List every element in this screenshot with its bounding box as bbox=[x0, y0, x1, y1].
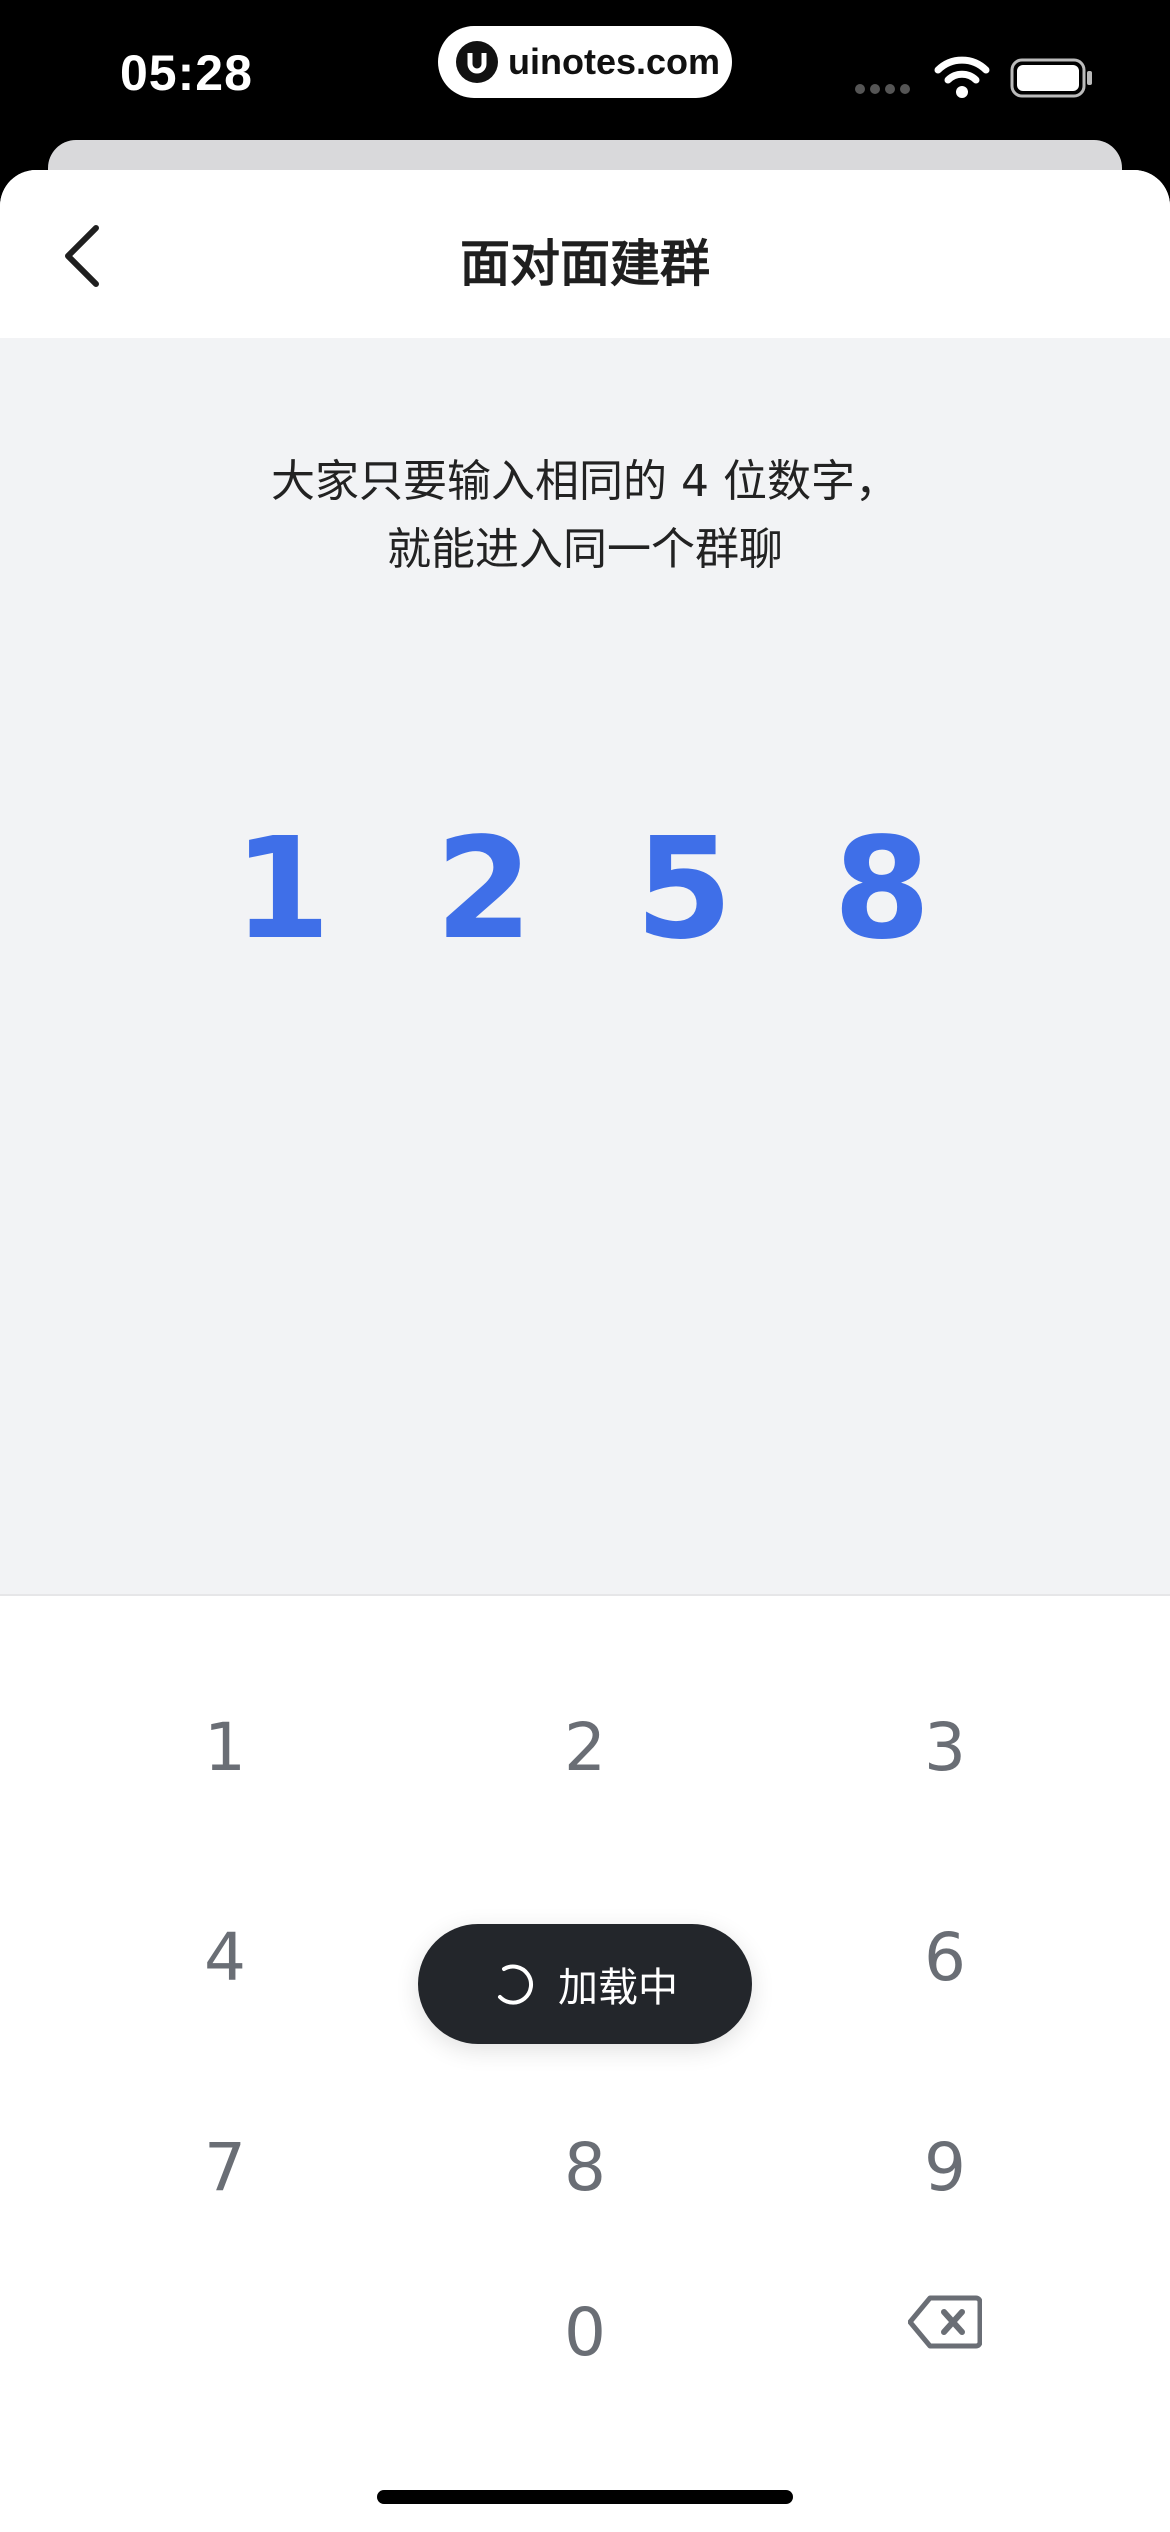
code-digit-2: 2 bbox=[435, 808, 533, 971]
uinotes-logo-icon bbox=[456, 41, 498, 83]
status-time: 05:28 bbox=[120, 45, 253, 101]
code-display-area: 大家只要输入相同的 4 位数字， 就能进入同一个群聊 1 2 5 8 bbox=[0, 338, 1170, 1764]
key-9[interactable]: 9 bbox=[795, 2092, 1095, 2242]
key-2[interactable]: 2 bbox=[435, 1672, 735, 1822]
site-label: uinotes.com bbox=[508, 41, 721, 82]
key-1[interactable]: 1 bbox=[75, 1672, 375, 1822]
loading-toast: 加载中 bbox=[418, 1924, 752, 2044]
key-8[interactable]: 8 bbox=[435, 2092, 735, 2242]
backspace-icon bbox=[908, 2295, 982, 2349]
battery-icon bbox=[1010, 58, 1092, 98]
page-title: 面对面建群 bbox=[460, 235, 710, 293]
backspace-button[interactable] bbox=[795, 2282, 1095, 2362]
instruction-text: 大家只要输入相同的 4 位数字， 就能进入同一个群聊 bbox=[0, 448, 1170, 584]
signal-icon bbox=[855, 84, 910, 94]
key-6[interactable]: 6 bbox=[795, 1882, 1095, 2032]
instruction-line-1: 大家只要输入相同的 4 位数字， bbox=[271, 456, 899, 507]
key-4[interactable]: 4 bbox=[75, 1882, 375, 2032]
instruction-line-2: 就能进入同一个群聊 bbox=[387, 524, 783, 575]
toast-text: 加载中 bbox=[558, 1965, 678, 2011]
loading-spinner-icon bbox=[498, 1964, 534, 2005]
key-3[interactable]: 3 bbox=[795, 1672, 1095, 1822]
key-0[interactable]: 0 bbox=[435, 2294, 735, 2371]
code-digit-4: 8 bbox=[833, 808, 931, 971]
code-digit-3: 5 bbox=[635, 808, 733, 971]
wifi-icon bbox=[934, 56, 990, 98]
status-bar: 05:28 uinotes.com bbox=[0, 0, 1170, 140]
site-pill: uinotes.com bbox=[438, 26, 732, 98]
nav-bar: 面对面建群 bbox=[0, 170, 1170, 338]
home-indicator[interactable] bbox=[377, 2490, 793, 2504]
code-digit-1: 1 bbox=[233, 808, 331, 971]
key-7[interactable]: 7 bbox=[75, 2092, 375, 2242]
